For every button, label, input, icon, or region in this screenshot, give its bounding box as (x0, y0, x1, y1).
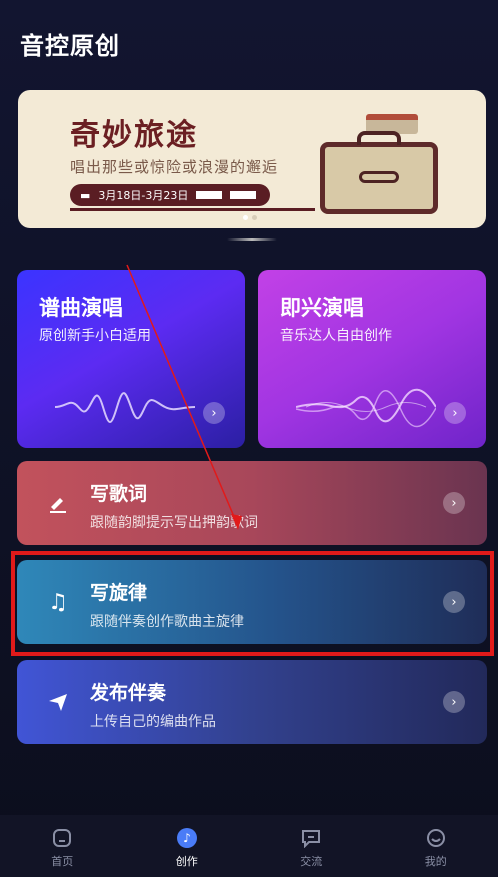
carousel-dot-active (243, 215, 248, 220)
row-title: 发布伴奏 (90, 682, 167, 704)
banner-block (230, 191, 257, 199)
send-icon (45, 689, 71, 715)
carousel-dots (243, 215, 257, 220)
card-subtitle: 音乐达人自由创作 (280, 328, 392, 344)
carousel-dot (252, 215, 257, 220)
card-title: 谱曲演唱 (39, 296, 123, 320)
tab-community[interactable]: 交流 (249, 815, 374, 877)
card-subtitle: 原创新手小白适用 (39, 328, 151, 344)
banner-title: 奇妙旅途 (70, 118, 198, 153)
chevron-right-icon[interactable]: › (443, 691, 465, 713)
banner-block (196, 191, 223, 199)
chevron-right-icon[interactable]: › (203, 402, 225, 424)
row-title: 写歌词 (90, 483, 148, 505)
promo-banner[interactable]: 奇妙旅途 唱出那些或惊险或浪漫的邂逅 ▬ 3月18日-3月23日 (18, 90, 486, 228)
chevron-right-icon[interactable]: › (443, 492, 465, 514)
banner-date: 3月18日-3月23日 (98, 189, 189, 202)
tab-label: 首页 (51, 855, 74, 868)
svg-text:♪: ♪ (183, 831, 191, 845)
home-icon (51, 827, 73, 849)
card-title: 即兴演唱 (280, 296, 364, 320)
tab-label: 我的 (424, 855, 447, 868)
card-improvise-sing[interactable]: 即兴演唱 音乐达人自由创作 › (258, 270, 486, 448)
banner-rule (70, 208, 315, 211)
tab-label: 创作 (175, 855, 198, 868)
highlight-box (11, 551, 494, 656)
suitcase-latch (359, 171, 399, 183)
chevron-right-icon[interactable]: › (444, 402, 466, 424)
banner-date-pill: ▬ 3月18日-3月23日 (70, 184, 270, 206)
pen-icon (45, 490, 71, 516)
tab-create[interactable]: ♪ 创作 (125, 815, 250, 877)
tab-profile[interactable]: 我的 (374, 815, 498, 877)
carousel-indicator (227, 238, 277, 241)
soundwave-icon (296, 388, 436, 428)
bottom-tab-bar: 首页 ♪ 创作 交流 我的 (0, 815, 498, 877)
card-compose-sing[interactable]: 谱曲演唱 原创新手小白适用 › (17, 270, 245, 448)
row-publish-accompaniment[interactable]: 发布伴奏 上传自己的编曲作品 › (17, 660, 487, 744)
chat-icon (300, 827, 322, 849)
page-title: 音控原创 (20, 32, 120, 60)
row-subtitle: 跟随韵脚提示写出押韵歌词 (90, 515, 258, 531)
banner-train-icon: ▬ (80, 188, 91, 202)
waveform-icon (55, 392, 195, 423)
row-write-lyrics[interactable]: 写歌词 跟随韵脚提示写出押韵歌词 › (17, 461, 487, 545)
tab-label: 交流 (300, 855, 323, 868)
row-subtitle: 上传自己的编曲作品 (90, 714, 216, 730)
suitcase-handle (357, 131, 401, 145)
music-note-icon: ♪ (176, 827, 198, 849)
banner-subtitle: 唱出那些或惊险或浪漫的邂逅 (70, 158, 279, 176)
tab-home[interactable]: 首页 (0, 815, 125, 877)
suitcase-illustration (320, 131, 438, 214)
profile-icon (425, 827, 447, 849)
